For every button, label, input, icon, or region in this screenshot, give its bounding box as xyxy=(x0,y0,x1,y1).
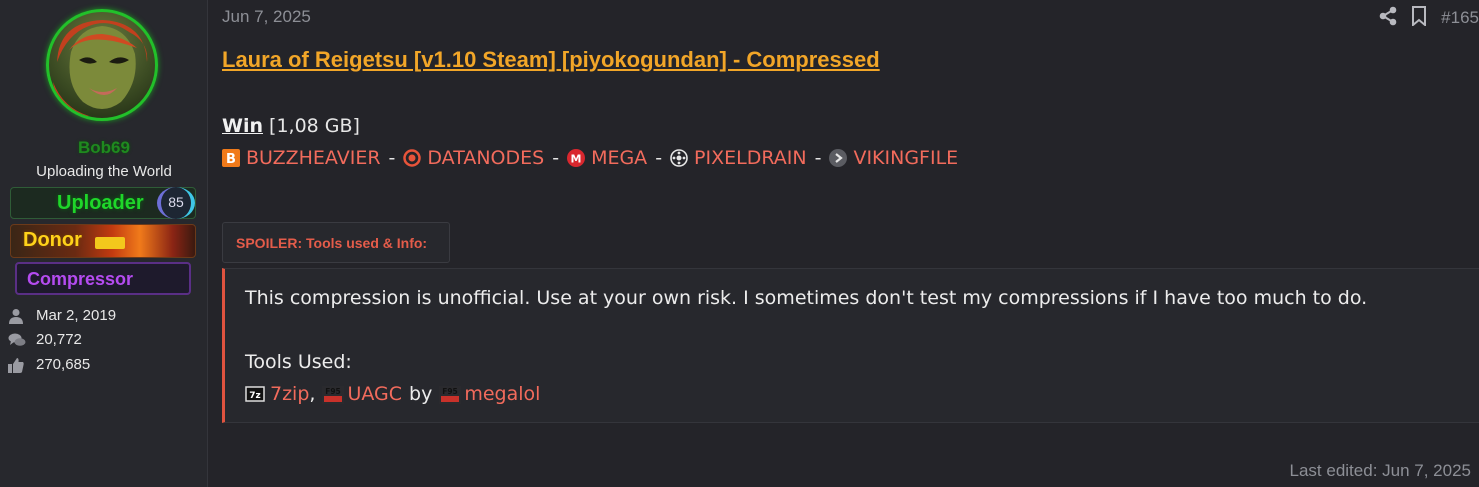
post-title-link[interactable]: Laura of Reigetsu [v1.10 Steam] [piyokog… xyxy=(222,47,880,73)
user-sidebar: Bob69 Uploading the World Uploader 85 Do… xyxy=(0,0,208,487)
link-separator: - xyxy=(814,147,822,169)
comments-icon xyxy=(8,332,26,348)
compressor-label: Compressor xyxy=(27,269,134,289)
bookmark-icon[interactable] xyxy=(1411,6,1427,30)
last-edited: Last edited: Jun 7, 2025 xyxy=(1289,461,1471,480)
datanodes-icon xyxy=(403,149,422,167)
tools-by: by xyxy=(409,383,433,405)
thumbs-up-icon xyxy=(8,357,26,373)
donor-label: Donor xyxy=(23,229,82,251)
disclaimer-text: This compression is unofficial. Use at y… xyxy=(245,287,1368,309)
uploader-label: Uploader xyxy=(57,192,144,214)
compressor-banner: Compressor xyxy=(15,262,191,295)
svg-text:B: B xyxy=(226,152,236,167)
reactions-count: 270,685 xyxy=(36,356,91,373)
username[interactable]: Bob69 xyxy=(0,138,208,158)
stat-messages: 20,772 xyxy=(8,331,82,348)
uploader-banner: Uploader 85 xyxy=(10,187,196,219)
vikingfile-icon xyxy=(829,149,848,167)
pixeldrain-icon xyxy=(670,149,688,167)
link-mega[interactable]: M MEGA xyxy=(567,147,647,169)
link-separator: - xyxy=(388,147,396,169)
link-separator: - xyxy=(655,147,663,169)
spoiler-toggle-button[interactable]: SPOILER: Tools used & Info: xyxy=(222,222,450,263)
uploader-level-badge: 85 xyxy=(157,187,195,219)
7zip-icon: 7z xyxy=(245,386,265,402)
user-title: Uploading the World xyxy=(36,163,172,180)
avatar[interactable] xyxy=(46,9,158,121)
stat-joined: Mar 2, 2019 xyxy=(8,307,116,324)
user-icon xyxy=(8,308,26,324)
post-date[interactable]: Jun 7, 2025 xyxy=(222,7,311,27)
download-links: B BUZZHEAVIER - DATANODES - M MEGA - PIX… xyxy=(222,147,958,169)
tool-uagc-link[interactable]: F95 UAGC xyxy=(322,383,402,405)
buzzheavier-icon: B xyxy=(222,149,240,167)
f95-icon: F95 xyxy=(439,386,462,404)
link-buzzheavier[interactable]: B BUZZHEAVIER xyxy=(222,147,381,169)
donor-flame-icon xyxy=(95,237,125,249)
link-pixeldrain[interactable]: PIXELDRAIN xyxy=(670,147,807,169)
link-datanodes[interactable]: DATANODES xyxy=(403,147,544,169)
svg-text:M: M xyxy=(571,153,582,166)
tools-list: 7z 7zip , F95 UAGC by F95 megalol xyxy=(245,383,540,405)
platform-label: Win xyxy=(222,115,263,137)
f95-icon: F95 xyxy=(322,386,345,404)
link-separator: - xyxy=(552,147,560,169)
svg-text:7z: 7z xyxy=(249,391,261,401)
download-size: [1,08 GB] xyxy=(269,115,360,137)
post-number[interactable]: #165 xyxy=(1441,8,1479,28)
mega-icon: M xyxy=(567,149,586,167)
share-icon[interactable] xyxy=(1379,6,1397,30)
svg-text:F95: F95 xyxy=(326,387,342,396)
donor-banner: Donor xyxy=(10,224,196,258)
messages-count: 20,772 xyxy=(36,331,82,348)
tools-heading: Tools Used: xyxy=(245,351,352,373)
platform-line: Win [1,08 GB] xyxy=(222,115,360,137)
tool-7zip-link[interactable]: 7z 7zip xyxy=(245,383,309,405)
spoiler-content: This compression is unofficial. Use at y… xyxy=(222,268,1479,423)
joined-date: Mar 2, 2019 xyxy=(36,307,117,324)
stat-reactions: 270,685 xyxy=(8,356,90,373)
tools-comma: , xyxy=(309,383,316,405)
post-actions: #165 xyxy=(1365,6,1479,30)
link-vikingfile[interactable]: VIKINGFILE xyxy=(829,147,958,169)
svg-text:F95: F95 xyxy=(443,387,459,396)
avatar-image xyxy=(53,20,148,116)
user-megalol-link[interactable]: F95 megalol xyxy=(439,383,540,405)
